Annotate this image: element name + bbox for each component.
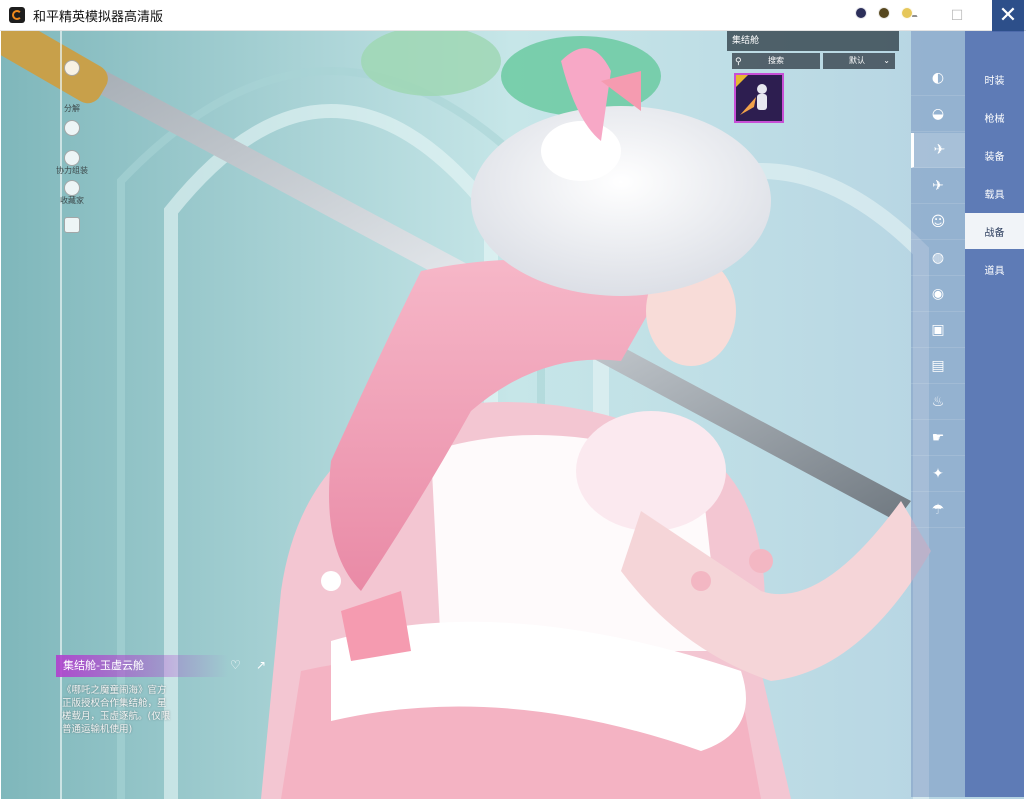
currency-value-2: 0 (893, 8, 899, 18)
tab-guns[interactable]: 枪械 (965, 99, 1024, 135)
mask-icon: ◒ (931, 106, 945, 122)
helmet-icon: ◐ (931, 70, 945, 86)
category-speaker[interactable]: ◉ (911, 277, 965, 312)
sort-label: 默认 (849, 56, 865, 65)
category-spray[interactable]: ♨ (911, 385, 965, 420)
plane-icon: ✈ (932, 178, 944, 194)
share-icon[interactable]: ↗ (256, 658, 270, 672)
inventory-header: 集结舱 (727, 31, 899, 51)
category-column: ◐ ◒ ✈ ✈ ☺ ◍ ◉ ▣ ▤ ♨ ☛ ✦ ☂ (911, 31, 965, 797)
category-parachute[interactable]: ☂ (911, 493, 965, 528)
share-actions: ♡ ↗ (230, 658, 270, 672)
sidebar-item-assemble[interactable]: 协力组装 (47, 150, 97, 176)
sparkle-icon: ✦ (932, 466, 944, 482)
item-description: 《哪吒之魔童闹海》官方正版授权合作集结舱，星槎载月，玉虚逐航。(仅限普通运输机使… (62, 685, 171, 735)
eye-icon (64, 120, 80, 136)
category-pet[interactable]: ◍ (911, 241, 965, 276)
category-drone[interactable]: ✈ (911, 133, 965, 168)
spray-icon: ♨ (931, 394, 945, 410)
currency-value-3: 219451 (916, 8, 947, 18)
badge-icon (64, 180, 80, 196)
tab-battle-prep[interactable]: 战备 (965, 213, 1024, 249)
tab-vehicles[interactable]: 载具 (965, 175, 1024, 211)
equipped-check-icon (736, 75, 748, 87)
tab-equipment[interactable]: 装备 (965, 137, 1024, 173)
inventory-panel: 集结舱 ⚲ 搜索 默认 ⌄ (727, 31, 899, 161)
token-coin-icon (878, 7, 891, 19)
category-helmet[interactable]: ◐ (911, 61, 965, 96)
chevron-down-icon: ⌄ (883, 56, 890, 65)
flame-icon (64, 150, 80, 166)
hand-icon: ☛ (931, 430, 945, 446)
sidebar-item-decompose[interactable]: 分解 (47, 60, 97, 114)
sidebar-item-collector[interactable]: 收藏家 (47, 180, 97, 206)
pet-icon: ◍ (931, 250, 945, 266)
category-hand[interactable]: ☛ (911, 421, 965, 456)
category-plane[interactable]: ✈ (911, 169, 965, 204)
person-icon (64, 60, 80, 76)
category-emote[interactable]: ☺ (911, 205, 965, 240)
search-label: 搜索 (768, 56, 784, 65)
window-title: 和平精英模拟器高清版 (33, 9, 164, 25)
gold-coin-icon (901, 7, 914, 19)
app-window: 和平精英模拟器高清版 — ☐ ✕ (0, 0, 1026, 800)
category-mask[interactable]: ◒ (911, 97, 965, 132)
currency-value-1: 0 (870, 8, 876, 18)
currency-bar: 0 0 219451 (855, 7, 947, 19)
app-logo-icon (9, 7, 25, 23)
speaker-icon: ◉ (931, 286, 945, 302)
card-icon: ▣ (931, 322, 945, 338)
drone-icon: ✈ (933, 142, 946, 158)
search-button[interactable]: ⚲ 搜索 (732, 53, 820, 69)
heart-icon[interactable]: ♡ (230, 658, 244, 672)
emote-icon: ☺ (930, 214, 946, 230)
search-icon: ⚲ (735, 57, 742, 67)
parachute-icon: ☂ (931, 502, 945, 518)
category-image[interactable]: ▤ (911, 349, 965, 384)
video-icon (64, 217, 80, 233)
tab-column: 时装 枪械 装备 载具 战备 道具 (965, 31, 1024, 797)
tab-props[interactable]: 道具 (965, 251, 1024, 287)
category-sparkle[interactable]: ✦ (911, 457, 965, 492)
item-name: 集结舱-玉虚云舱 (56, 655, 228, 677)
sidebar-item-video[interactable] (47, 217, 97, 233)
category-card[interactable]: ▣ (911, 313, 965, 348)
tab-fashion[interactable]: 时装 (965, 61, 1024, 97)
image-icon: ▤ (931, 358, 945, 374)
gem-coin-icon (855, 7, 867, 19)
inventory-item-jade-cloud-pod[interactable] (734, 73, 784, 123)
sidebar-item-view[interactable] (47, 120, 97, 136)
sort-dropdown[interactable]: 默认 ⌄ (823, 53, 895, 69)
close-panel-button[interactable]: ✕ (992, 0, 1024, 32)
